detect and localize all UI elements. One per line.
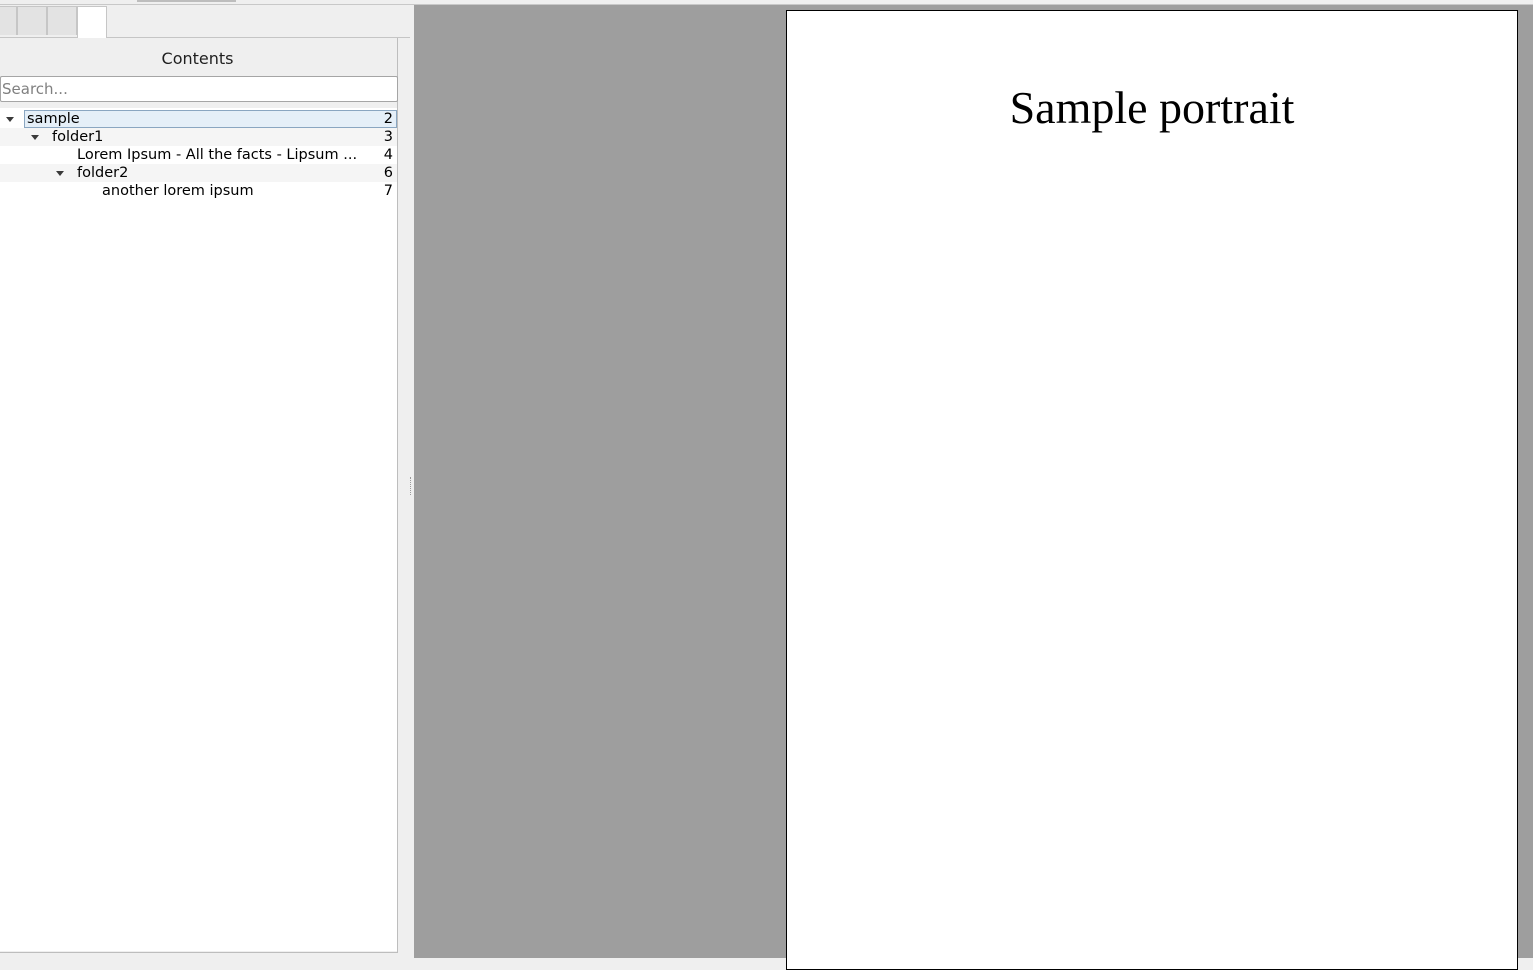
tree-item-sample[interactable]: sample 2 bbox=[0, 110, 397, 128]
tree-item-lorem-ipsum[interactable]: Lorem Ipsum - All the facts - Lipsum ...… bbox=[0, 146, 397, 164]
tree-item-folder1[interactable]: folder1 3 bbox=[0, 128, 397, 146]
tree-item-another-lorem-ipsum[interactable]: another lorem ipsum 7 bbox=[0, 182, 397, 200]
tree-item-page-number: 3 bbox=[383, 129, 393, 145]
contents-search-input[interactable] bbox=[0, 76, 398, 102]
tree-item-page-number: 6 bbox=[383, 165, 393, 181]
tree-item-folder2[interactable]: folder2 6 bbox=[0, 164, 397, 182]
document-page-title: Sample portrait bbox=[1009, 82, 1295, 133]
tree-item-page-number: 4 bbox=[383, 147, 393, 163]
sidebar-tab-3[interactable] bbox=[47, 6, 77, 35]
expand-arrow-icon[interactable] bbox=[56, 171, 64, 176]
sidebar-tab-2[interactable] bbox=[17, 6, 47, 35]
sidebar-tab-contents[interactable] bbox=[77, 6, 107, 38]
contents-tree[interactable]: sample 2 folder1 3 Lorem Ipsum - All the… bbox=[0, 108, 397, 951]
toolbar-handle[interactable] bbox=[137, 0, 236, 2]
tree-item-label: folder1 bbox=[52, 129, 104, 145]
sidebar-tabbar bbox=[0, 5, 410, 38]
document-page: Sample portrait bbox=[786, 10, 1518, 970]
tree-item-label: folder2 bbox=[77, 165, 129, 181]
sidebar: Contents sample 2 folder1 3 Lorem Ipsum … bbox=[0, 5, 410, 958]
contents-panel: Contents sample 2 folder1 3 Lorem Ipsum … bbox=[0, 38, 398, 953]
document-viewer[interactable]: Sample portrait bbox=[414, 5, 1533, 970]
tree-item-label: another lorem ipsum bbox=[102, 183, 254, 199]
expand-arrow-icon[interactable] bbox=[6, 117, 14, 122]
tree-item-label: Lorem Ipsum - All the facts - Lipsum ... bbox=[77, 147, 358, 163]
expand-arrow-icon[interactable] bbox=[31, 135, 39, 140]
tree-item-page-number: 7 bbox=[383, 183, 393, 199]
sidebar-tab-1[interactable] bbox=[0, 6, 17, 35]
sidebar-splitter-handle[interactable] bbox=[410, 477, 413, 495]
tree-item-page-number: 2 bbox=[383, 111, 393, 127]
contents-title: Contents bbox=[161, 49, 234, 68]
tree-item-label: sample bbox=[27, 111, 80, 127]
